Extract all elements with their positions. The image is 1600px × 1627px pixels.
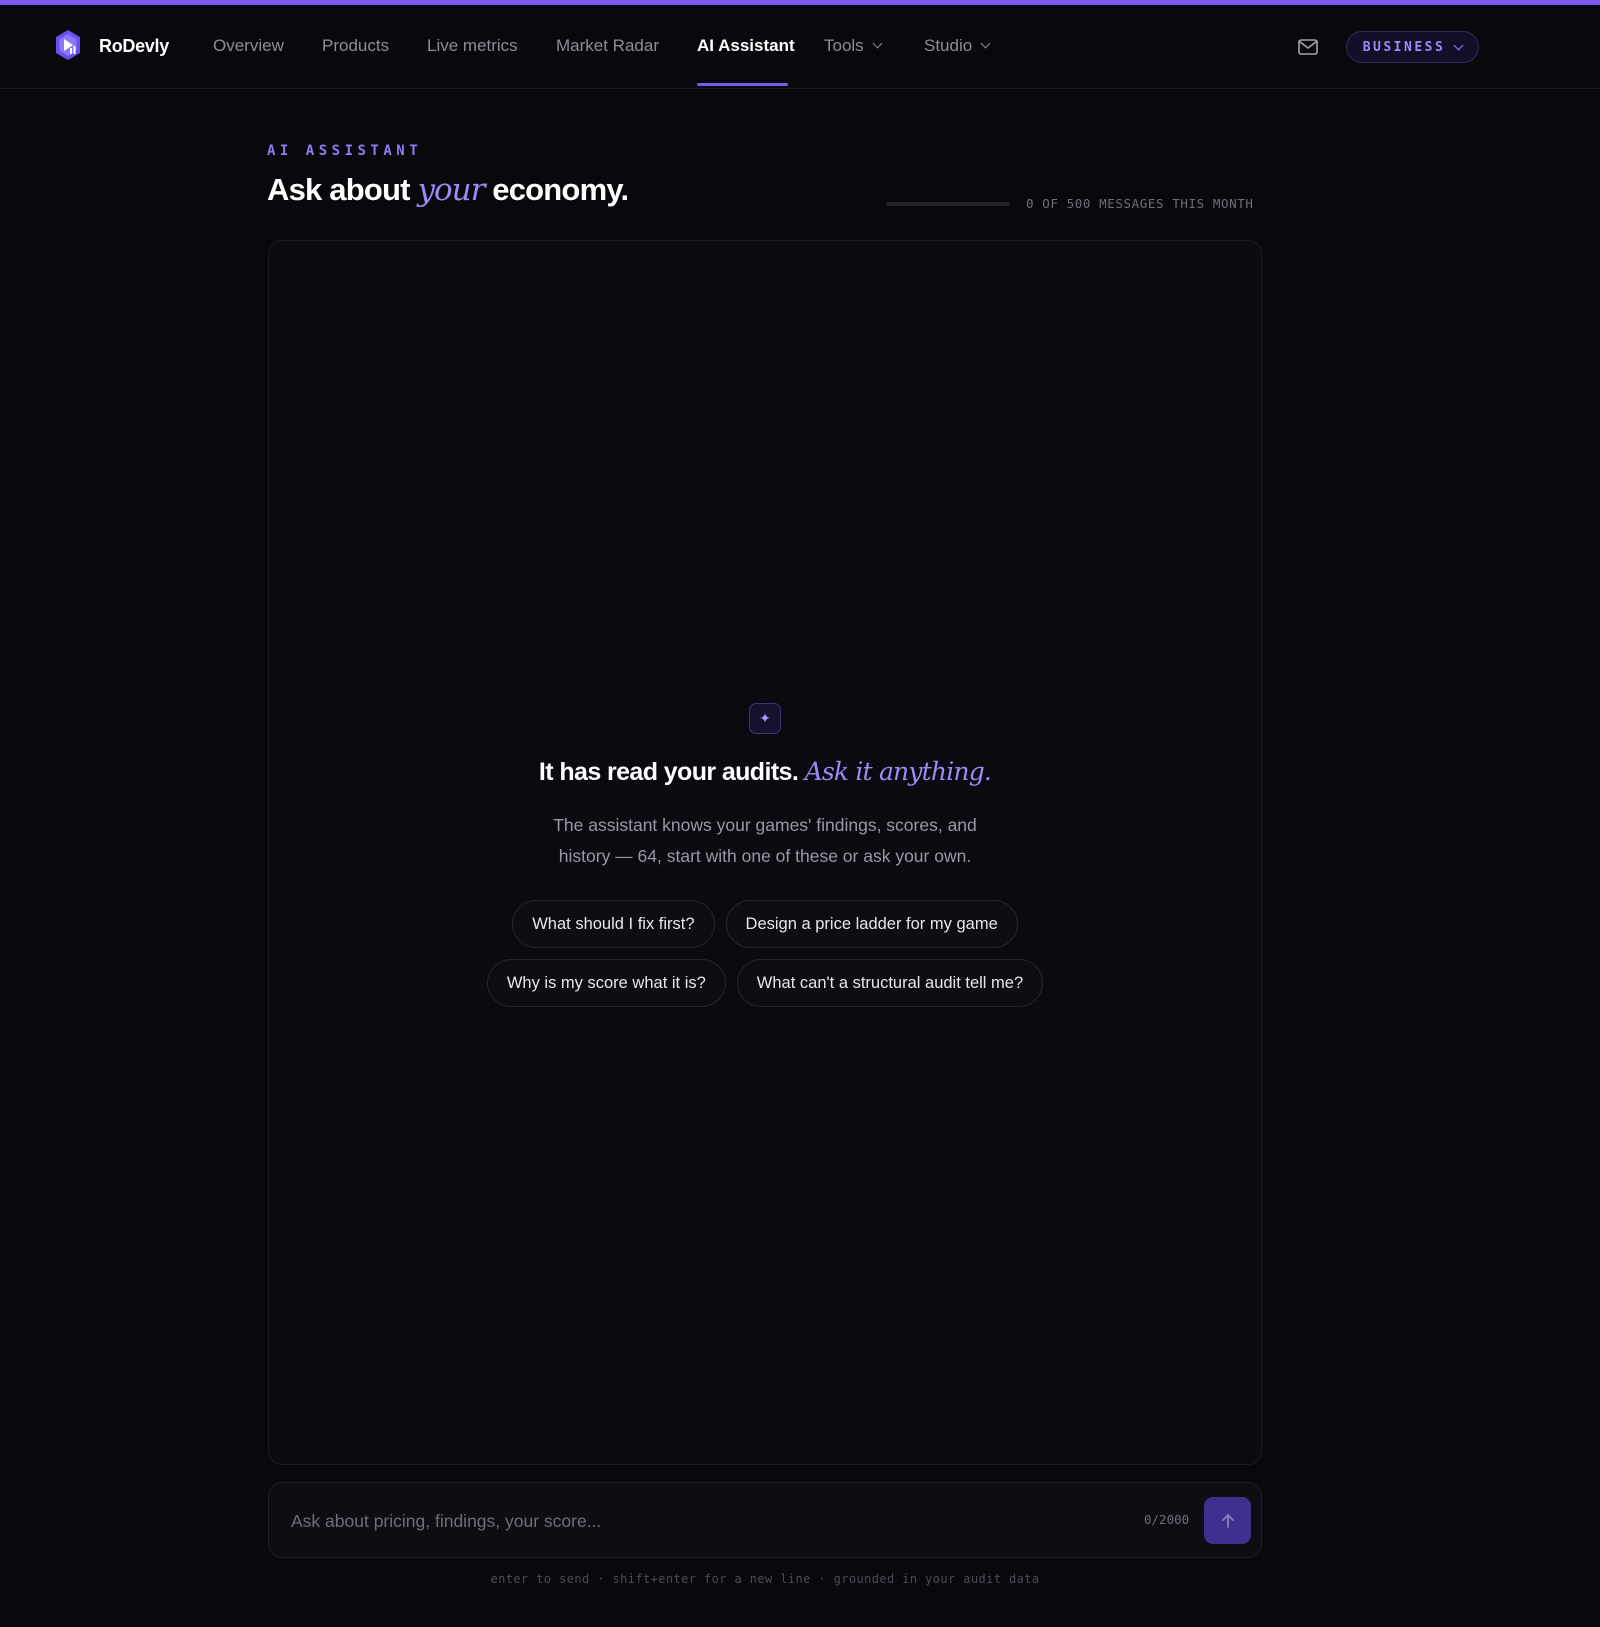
plan-label: BUSINESS	[1362, 39, 1446, 55]
suggestion-chips: What should I fix first? Design a price …	[268, 900, 1262, 1018]
rodevly-logo-icon[interactable]	[54, 29, 82, 61]
nav-live-metrics[interactable]: Live metrics	[427, 36, 518, 56]
plan-switcher-button[interactable]: BUSINESS	[1346, 31, 1479, 63]
suggestion-row: What should I fix first? Design a price …	[268, 900, 1262, 948]
send-button[interactable]	[1204, 1497, 1251, 1544]
message-input[interactable]	[291, 1505, 1071, 1537]
nav-tools[interactable]: Tools	[824, 36, 883, 56]
active-tab-indicator	[697, 83, 788, 86]
suggestion-chip-audit-limits[interactable]: What can't a structural audit tell me?	[736, 959, 1044, 1007]
nav-ai-assistant[interactable]: AI Assistant	[697, 36, 795, 56]
empty-state-description: The assistant knows your games' findings…	[553, 815, 977, 866]
nav-market-radar[interactable]: Market Radar	[556, 36, 659, 56]
suggestion-chip-price-ladder[interactable]: Design a price ladder for my game	[725, 900, 1018, 948]
page-title: Ask about your economy.	[267, 172, 629, 208]
nav-studio[interactable]: Studio	[924, 36, 991, 56]
suggestion-row: Why is my score what it is? What can't a…	[268, 959, 1262, 1007]
chevron-down-icon	[872, 38, 883, 49]
section-eyebrow: AI ASSISTANT	[267, 143, 423, 159]
message-composer: 0/2000	[268, 1482, 1262, 1558]
title-before: Ask about	[267, 172, 410, 207]
chevron-down-icon	[980, 38, 991, 49]
nav-products[interactable]: Products	[322, 36, 389, 56]
character-counter: 0/2000	[1144, 1512, 1190, 1527]
nav-overview[interactable]: Overview	[213, 36, 284, 56]
empty-title-before: It has read your audits.	[538, 758, 799, 786]
chevron-down-icon	[1453, 40, 1464, 50]
title-italic: your	[417, 172, 485, 208]
sparkle-icon: ✦	[749, 703, 781, 734]
top-navigation: RoDevly Overview Products Live metrics M…	[0, 5, 1600, 89]
empty-title-italic: Ask it anything.	[804, 757, 992, 786]
brand-name[interactable]: RoDevly	[99, 36, 169, 57]
arrow-up-icon	[1221, 1513, 1234, 1528]
suggestion-chip-fix-first[interactable]: What should I fix first?	[512, 900, 715, 948]
nav-tools-label: Tools	[824, 36, 864, 55]
mail-icon[interactable]	[1298, 39, 1318, 55]
suggestion-chip-score-why[interactable]: Why is my score what it is?	[486, 959, 726, 1007]
empty-state-title: It has read your audits. Ask it anything…	[268, 757, 1262, 787]
title-after: economy.	[492, 172, 629, 207]
usage-progress-bar	[886, 202, 1010, 206]
usage-counter: 0 OF 500 MESSAGES THIS MONTH	[1026, 196, 1254, 211]
nav-studio-label: Studio	[924, 36, 973, 55]
composer-hint: enter to send · shift+enter for a new li…	[490, 1572, 1040, 1586]
